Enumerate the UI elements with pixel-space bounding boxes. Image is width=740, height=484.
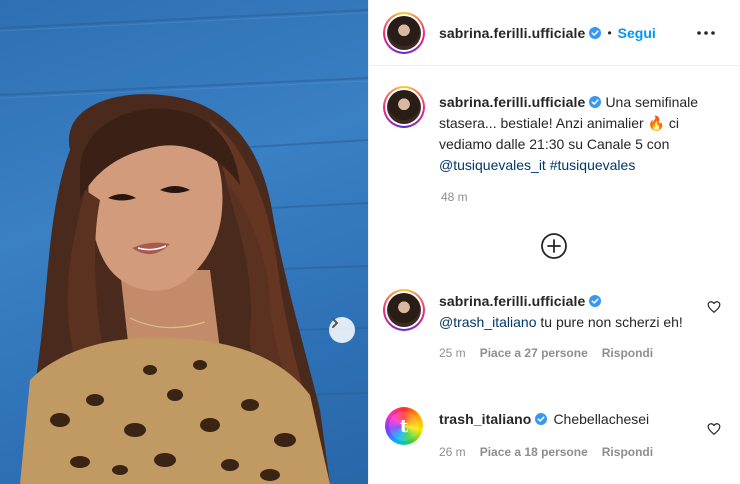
comment-item: sabrina.ferilli.ufficiale @trash_italian… [383,289,727,360]
caption-username[interactable]: sabrina.ferilli.ufficiale [439,94,585,110]
comment-username[interactable]: trash_italiano [439,411,531,427]
comment-body: trash_italiano Chebellachesei 26 m Piace… [439,407,699,459]
chevron-right-icon [332,318,338,328]
author-username[interactable]: sabrina.ferilli.ufficiale [439,25,585,41]
post-photo[interactable] [0,0,368,484]
comment-timestamp[interactable]: 26 m [439,445,466,459]
load-more-comments-button[interactable] [540,232,568,260]
verified-badge-icon [535,413,548,425]
avatar-ring [385,291,423,329]
avatar-ring [385,13,423,52]
comment-likes[interactable]: Piace a 27 persone [480,346,588,360]
post-caption: sabrina.ferilli.ufficiale Una semifinale… [383,86,713,176]
caption-avatar[interactable] [383,86,425,128]
heart-outline-icon[interactable] [707,300,721,314]
verified-badge-icon [589,26,602,39]
comment-item: t trash_italiano Chebellachesei 26 m Pia… [383,407,727,459]
avatar-image [387,293,421,327]
comment-username[interactable]: sabrina.ferilli.ufficiale [439,293,585,309]
caption-timestamp[interactable]: 48 m [441,190,468,204]
more-options-button[interactable] [696,23,716,43]
comment-text: trash_italiano Chebellachesei [439,407,699,430]
reply-button[interactable]: Rispondi [602,445,653,459]
caption-text: sabrina.ferilli.ufficiale Una semifinale… [439,86,713,176]
caption-mention-link[interactable]: @tusiquevales_it [439,157,546,173]
verified-badge-icon [589,96,602,108]
caption-hashtag-link[interactable]: #tusiquevales [550,157,636,173]
comment-meta: 26 m Piace a 18 persone Rispondi [439,445,699,459]
photo-illustration [0,9,368,484]
comment-message: Chebellachesei [553,411,650,427]
post-header: sabrina.ferilli.ufficiale • Segui [369,0,740,66]
verified-badge-icon [589,295,602,307]
add-circle-icon [541,233,567,259]
instagram-post: sabrina.ferilli.ufficiale • Segui sabrin… [0,0,740,484]
separator-dot: • [607,25,612,40]
comment-avatar[interactable]: t [385,407,423,445]
comment-message: tu pure non scherzi eh! [536,314,683,330]
comment-body: sabrina.ferilli.ufficiale @trash_italian… [439,289,699,360]
post-side-panel: sabrina.ferilli.ufficiale • Segui sabrin… [368,0,740,484]
fire-emoji: 🔥 [647,115,665,131]
avatar-image [387,90,421,124]
avatar-letter: t [389,411,419,441]
comment-text: sabrina.ferilli.ufficiale @trash_italian… [439,289,699,333]
avatar-ring [385,88,423,126]
comment-mention-link[interactable]: @trash_italiano [439,314,537,330]
follow-button[interactable]: Segui [618,25,656,41]
reply-button[interactable]: Rispondi [602,346,653,360]
avatar-image [387,15,421,50]
comment-meta: 25 m Piace a 27 persone Rispondi [439,346,699,360]
comment-avatar[interactable] [383,289,425,331]
more-options-icon [697,31,715,35]
heart-outline-icon[interactable] [707,422,721,436]
author-avatar[interactable] [383,11,425,54]
comment-timestamp[interactable]: 25 m [439,346,466,360]
comment-likes[interactable]: Piace a 18 persone [480,445,588,459]
next-photo-button[interactable] [329,317,355,343]
